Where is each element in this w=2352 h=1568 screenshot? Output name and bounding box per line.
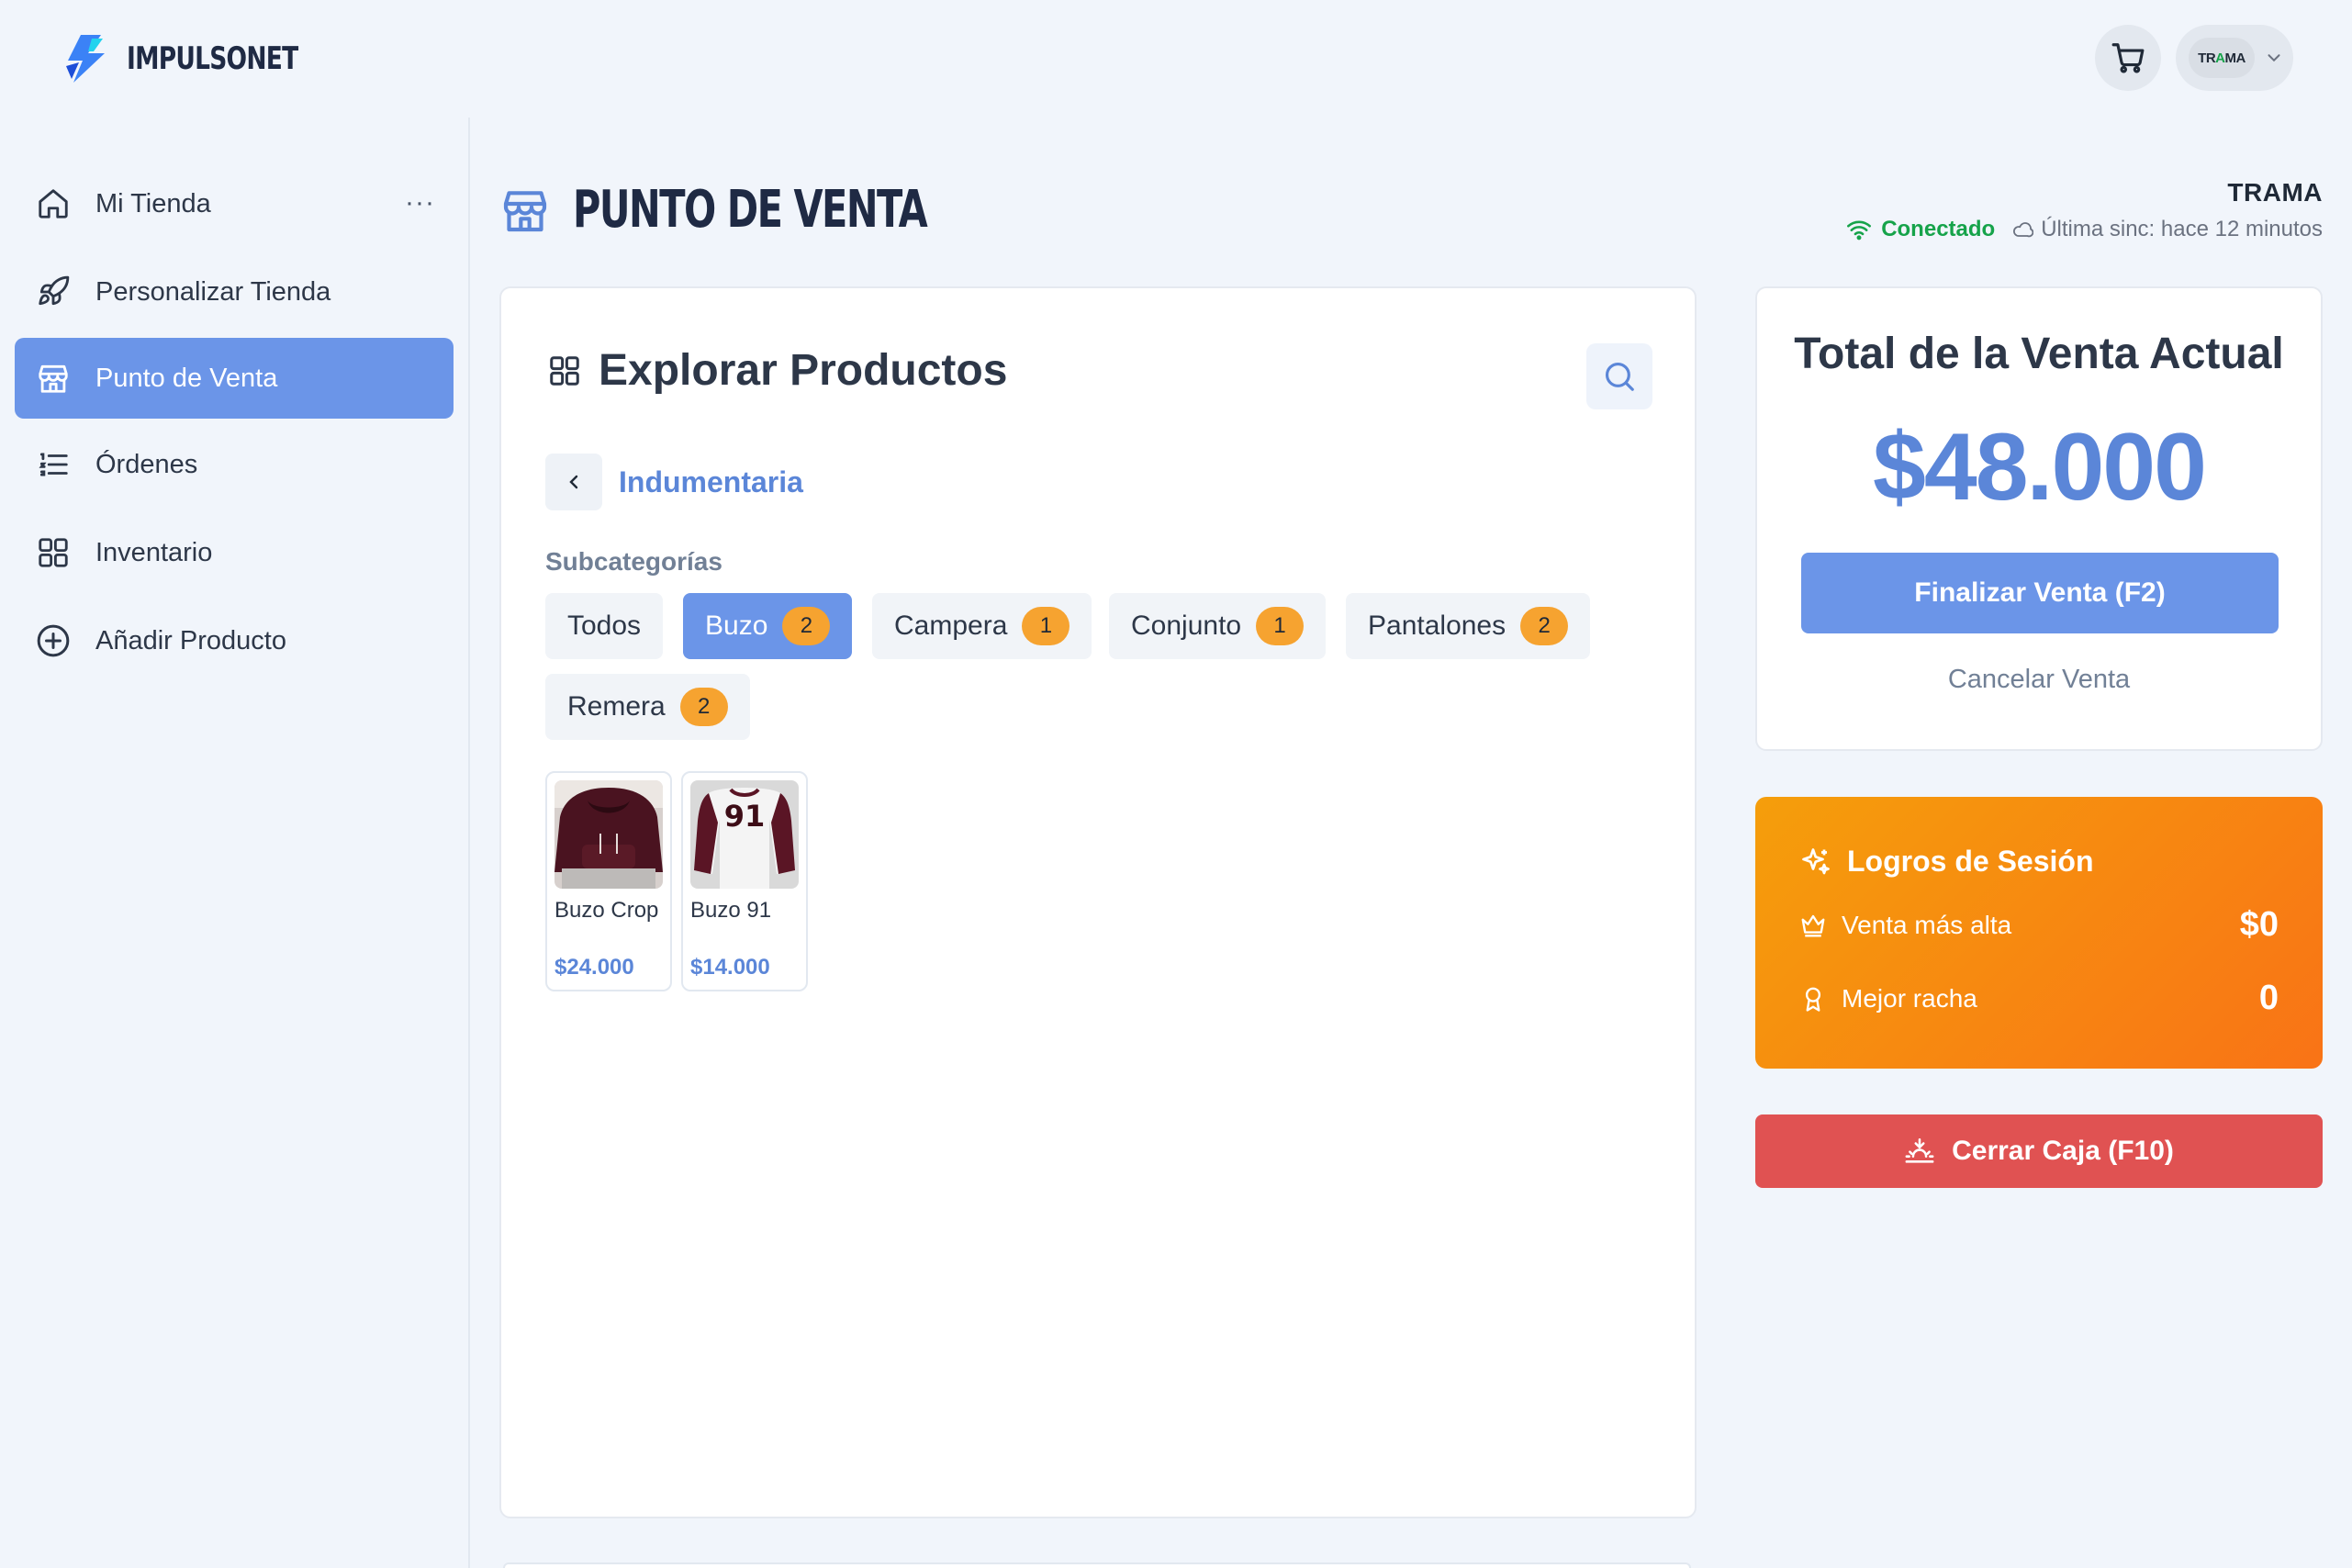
achievement-label: Mejor racha [1842, 983, 1977, 1013]
list-icon [35, 446, 72, 483]
explorer-title: Explorar Productos [599, 346, 1008, 395]
chip-todos[interactable]: Todos [545, 593, 664, 659]
category-breadcrumb: Indumentaria [545, 454, 803, 510]
brand-logo[interactable]: IMPULSONET [61, 33, 346, 84]
shirt-print: 91 [724, 799, 766, 834]
sidebar-item-punto-de-venta[interactable]: Punto de Venta [15, 338, 454, 419]
sidebar-item-label: Punto de Venta [95, 363, 278, 393]
product-name: Buzo 91 [690, 898, 772, 923]
sparkles-icon [1802, 847, 1830, 874]
brand-name: IMPULSONET [127, 40, 298, 77]
sidebar-item-personalizar-tienda[interactable]: Personalizar Tienda [15, 252, 454, 332]
product-price: $14.000 [690, 955, 770, 980]
store-status: TRAMA Conectado Última sinc: hace 12 min… [1846, 178, 2323, 242]
sale-total-card: Total de la Venta Actual $48.000 Finaliz… [1755, 286, 2323, 751]
chip-label: Remera [567, 691, 666, 722]
sidebar: Mi Tienda ··· Personalizar Tienda Punto … [0, 118, 470, 1568]
bolt-logo-icon [66, 35, 105, 83]
count-badge: 2 [679, 688, 728, 726]
product-explorer-card: Explorar Productos Indumentaria Subcateg… [499, 286, 1697, 1518]
product-card[interactable]: 91 Buzo 91 $14.000 [681, 771, 808, 991]
chip-pantalones[interactable]: Pantalones 2 [1346, 593, 1591, 659]
sidebar-item-label: Añadir Producto [95, 625, 286, 655]
count-badge: 2 [782, 607, 831, 645]
sidebar-item-inventario[interactable]: Inventario [15, 512, 454, 593]
account-menu-button[interactable]: TR A MA [2176, 25, 2293, 91]
home-icon [35, 185, 72, 222]
chip-label: Pantalones [1368, 610, 1506, 641]
sidebar-item-label: Mi Tienda [95, 188, 211, 218]
more-options-icon[interactable]: ··· [405, 187, 435, 218]
session-achievements-card: Logros de Sesión Venta más alta $0 Mejor… [1755, 797, 2323, 1069]
chip-label: Campera [894, 610, 1008, 641]
total-amount: $48.000 [1873, 414, 2207, 521]
chevron-left-icon [569, 475, 578, 489]
current-category: Indumentaria [619, 465, 803, 498]
cancel-sale-button[interactable]: Cancelar Venta [1757, 665, 2321, 695]
achievement-label: Venta más alta [1842, 910, 2012, 939]
last-sync: Última sinc: hace 12 minutos [2011, 217, 2323, 242]
achievements-title: Logros de Sesión [1799, 845, 2093, 879]
sidebar-item-label: Órdenes [95, 449, 198, 479]
shopping-cart-icon [2111, 43, 2145, 73]
achievement-value: 0 [2258, 979, 2279, 1017]
search-button[interactable] [1586, 343, 1652, 409]
cart-button[interactable] [2095, 25, 2161, 91]
sidebar-item-label: Personalizar Tienda [95, 276, 331, 307]
back-button[interactable] [545, 454, 602, 510]
store-name: TRAMA [2227, 178, 2323, 207]
product-image: 91 [690, 780, 799, 889]
product-name: Buzo Crop [554, 898, 659, 923]
product-price: $24.000 [554, 955, 634, 980]
chip-label: Conjunto [1131, 610, 1242, 641]
award-icon [1805, 987, 1821, 1012]
connection-status: Conectado [1846, 217, 1995, 242]
page-header: PUNTO DE VENTA [499, 180, 1051, 240]
chip-remera[interactable]: Remera 2 [545, 674, 750, 740]
achievement-best-streak: Mejor racha 0 [1799, 979, 2279, 1018]
wifi-icon [1847, 220, 1872, 241]
rocket-icon [35, 274, 72, 310]
top-bar: IMPULSONET TR A MA [0, 0, 2352, 118]
page-title: PUNTO DE VENTA [573, 180, 928, 240]
store-icon [35, 360, 72, 397]
plus-circle-icon [35, 622, 72, 659]
search-icon [1605, 362, 1634, 391]
crown-icon [1801, 914, 1825, 936]
product-card[interactable]: Buzo Crop $24.000 [545, 771, 672, 991]
product-image [554, 780, 663, 889]
achievement-highest-sale: Venta más alta $0 [1799, 905, 2279, 945]
chip-buzo[interactable]: Buzo 2 [683, 593, 853, 659]
sidebar-item-label: Inventario [95, 537, 213, 567]
explorer-header: Explorar Productos [547, 345, 1007, 396]
chip-label: Todos [567, 610, 642, 641]
achievement-value: $0 [2239, 905, 2279, 944]
close-register-label: Cerrar Caja (F10) [1952, 1136, 2174, 1166]
count-badge: 1 [1022, 607, 1070, 645]
sidebar-item-mi-tienda[interactable]: Mi Tienda ··· [15, 163, 454, 244]
sidebar-item-anadir-producto[interactable]: Añadir Producto [15, 600, 454, 681]
chip-conjunto[interactable]: Conjunto 1 [1109, 593, 1327, 659]
close-register-button[interactable]: Cerrar Caja (F10) [1755, 1114, 2323, 1188]
secondary-card-edge [503, 1562, 1691, 1568]
cloud-icon [2013, 222, 2034, 238]
finish-sale-button[interactable]: Finalizar Venta (F2) [1801, 553, 2279, 633]
chip-label: Buzo [705, 610, 768, 641]
total-label: Total de la Venta Actual [1794, 330, 2284, 378]
store-icon [503, 190, 547, 231]
subcategories-label: Subcategorías [545, 547, 722, 576]
chevron-down-icon [2268, 54, 2280, 62]
sunset-icon [1905, 1137, 1934, 1163]
store-avatar: TR A MA [2189, 38, 2255, 78]
grid-icon [550, 355, 579, 386]
count-badge: 1 [1256, 607, 1305, 645]
count-badge: 2 [1520, 607, 1569, 645]
chip-campera[interactable]: Campera 1 [872, 593, 1092, 659]
sidebar-item-ordenes[interactable]: Órdenes [15, 424, 454, 505]
grid-icon [35, 534, 72, 571]
